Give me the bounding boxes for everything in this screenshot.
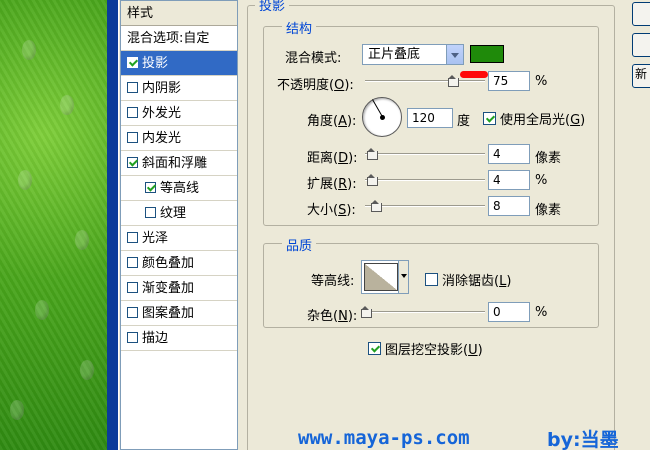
checkbox-icon[interactable] (145, 182, 156, 193)
drop-shadow-title: 投影 (255, 0, 290, 14)
checkbox-icon[interactable] (127, 132, 138, 143)
noise-input[interactable]: 0 (488, 302, 530, 322)
checkbox-icon[interactable] (368, 342, 381, 355)
style-item[interactable]: 纹理 (121, 201, 237, 226)
style-item[interactable]: 光泽 (121, 226, 237, 251)
anti-alias-checkbox[interactable]: 消除锯齿(L) (425, 270, 511, 289)
styles-list: 样式 混合选项:自定 投影内阴影外发光内发光斜面和浮雕等高线纹理光泽颜色叠加渐变… (120, 0, 238, 450)
spread-slider-thumb[interactable] (367, 174, 378, 186)
size-slider[interactable] (365, 205, 485, 207)
blend-mode-select[interactable]: 正片叠底 (362, 44, 464, 65)
style-item[interactable]: 颜色叠加 (121, 251, 237, 276)
checkbox-icon[interactable] (145, 207, 156, 218)
use-global-light-checkbox[interactable]: 使用全局光(G) (483, 109, 585, 128)
noise-unit: % (535, 305, 548, 320)
noise-slider[interactable] (365, 311, 485, 313)
spread-slider[interactable] (365, 179, 485, 181)
checkbox-icon[interactable] (483, 112, 496, 125)
structure-title: 结构 (282, 18, 317, 37)
style-item-label: 等高线 (160, 181, 200, 196)
opacity-slider[interactable] (365, 80, 485, 82)
chevron-down-icon[interactable] (398, 261, 408, 293)
style-item[interactable]: 内阴影 (121, 76, 237, 101)
checkbox-icon[interactable] (127, 107, 138, 118)
checkbox-icon[interactable] (425, 273, 438, 286)
style-item-label: 纹理 (160, 206, 187, 221)
checkbox-icon[interactable] (127, 157, 138, 168)
noise-label: 杂色(N): (307, 309, 358, 324)
checkbox-icon[interactable] (127, 57, 138, 68)
spread-input[interactable]: 4 (488, 170, 530, 190)
angle-unit: 度 (457, 114, 471, 129)
style-item-label: 内阴影 (142, 81, 182, 96)
size-slider-thumb[interactable] (371, 200, 382, 212)
opacity-input[interactable]: 75 (488, 71, 530, 91)
watermark-byline: by:当墨 (547, 429, 619, 450)
size-input[interactable]: 8 (488, 196, 530, 216)
contour-picker[interactable] (361, 260, 409, 294)
style-item[interactable]: 描边 (121, 326, 237, 351)
style-item-label: 渐变叠加 (142, 281, 195, 296)
new-style-button[interactable]: 新 (632, 64, 650, 88)
checkbox-icon[interactable] (127, 257, 138, 268)
dialog-border (107, 0, 119, 450)
spread-unit: % (535, 173, 548, 188)
distance-slider[interactable] (365, 153, 485, 155)
ok-button[interactable] (632, 2, 650, 26)
angle-center-dot (380, 115, 385, 120)
quality-title: 品质 (282, 235, 317, 254)
checkbox-icon[interactable] (127, 332, 138, 343)
style-item[interactable]: 等高线 (121, 176, 237, 201)
distance-unit: 像素 (535, 151, 562, 166)
style-item[interactable]: 内发光 (121, 126, 237, 151)
opacity-unit: % (535, 74, 548, 89)
drop-shadow-settings: 投影 结构 混合模式: 正片叠底 不透明度(O): 75 % 角度(A): 12… (245, 0, 623, 450)
contour-label: 等高线: (311, 274, 355, 289)
blending-options-item[interactable]: 混合选项:自定 (121, 26, 237, 51)
distance-input[interactable]: 4 (488, 144, 530, 164)
style-item-label: 斜面和浮雕 (142, 156, 208, 171)
style-item-label: 描边 (142, 331, 169, 346)
style-item[interactable]: 外发光 (121, 101, 237, 126)
contour-preview (364, 263, 398, 291)
style-item-label: 颜色叠加 (142, 256, 195, 271)
checkbox-icon[interactable] (127, 307, 138, 318)
distance-label: 距离(D): (307, 151, 358, 166)
cancel-button[interactable] (632, 33, 650, 57)
size-label: 大小(S): (307, 203, 356, 218)
noise-slider-thumb[interactable] (361, 306, 372, 318)
angle-label: 角度(A): (307, 114, 357, 129)
document-canvas (0, 0, 107, 450)
distance-slider-thumb[interactable] (367, 148, 378, 160)
style-item[interactable]: 斜面和浮雕 (121, 151, 237, 176)
opacity-slider-thumb[interactable] (447, 75, 459, 87)
checkbox-icon[interactable] (127, 82, 138, 93)
opacity-label: 不透明度(O): (277, 78, 354, 93)
watermark-site: www.maya-ps.com (298, 427, 470, 449)
checkbox-icon[interactable] (127, 282, 138, 293)
red-annotation-mark (460, 71, 488, 78)
style-item-label: 投影 (142, 56, 169, 71)
style-item-label: 光泽 (142, 231, 169, 246)
style-item-label: 内发光 (142, 131, 182, 146)
styles-header: 样式 (121, 1, 237, 26)
layer-knockout-checkbox[interactable]: 图层挖空投影(U) (368, 339, 483, 358)
angle-dial[interactable] (362, 97, 402, 137)
style-item-label: 外发光 (142, 106, 182, 121)
style-item[interactable]: 投影 (121, 51, 237, 76)
chevron-down-icon[interactable] (446, 45, 463, 64)
angle-input[interactable]: 120 (407, 108, 453, 128)
blend-mode-label: 混合模式: (285, 51, 342, 66)
spread-label: 扩展(R): (307, 177, 357, 192)
blend-mode-value: 正片叠底 (368, 47, 421, 62)
shadow-color-swatch[interactable] (470, 45, 504, 63)
size-unit: 像素 (535, 203, 562, 218)
style-item-label: 图案叠加 (142, 306, 195, 321)
style-item[interactable]: 渐变叠加 (121, 276, 237, 301)
checkbox-icon[interactable] (127, 232, 138, 243)
style-item[interactable]: 图案叠加 (121, 301, 237, 326)
